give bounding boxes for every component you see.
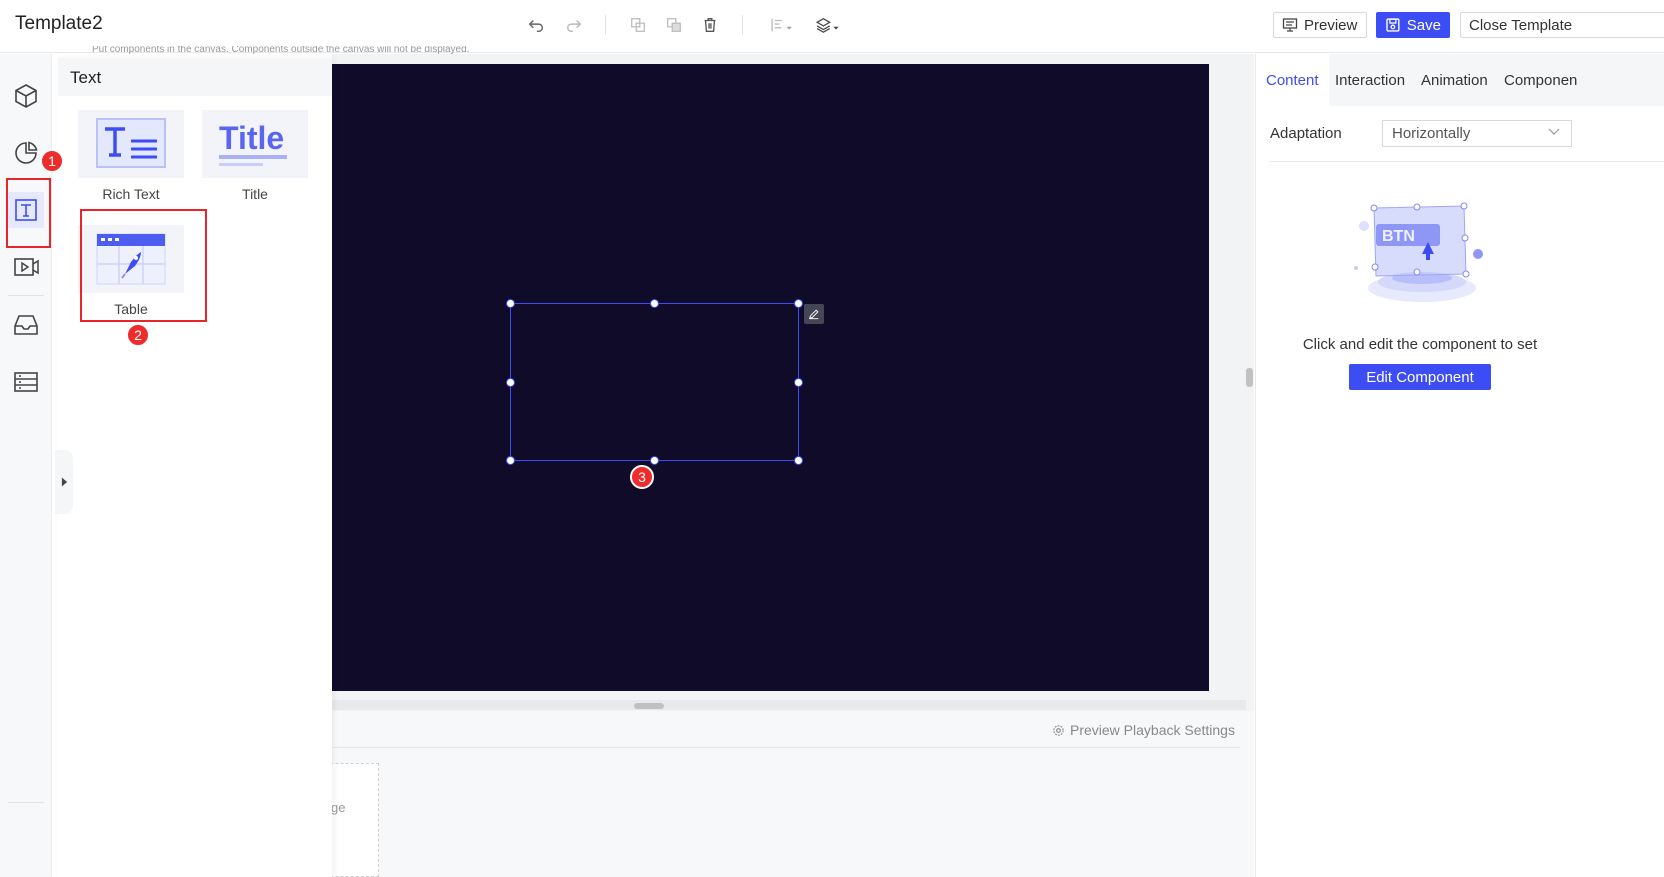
resize-handle[interactable]: [506, 378, 515, 387]
rich-text-icon: [78, 110, 184, 178]
canvas-hint: Put components in the canvas. Components…: [92, 46, 470, 55]
undo-icon[interactable]: [525, 14, 547, 36]
edit-component-button[interactable]: Edit Component: [1349, 364, 1491, 390]
tab-content[interactable]: Content: [1256, 54, 1329, 106]
resize-handle[interactable]: [794, 299, 803, 308]
annotation-badge-3: 3: [630, 465, 654, 489]
toolbar-divider: [742, 15, 743, 35]
adaptation-label: Adaptation: [1270, 125, 1342, 142]
tab-animation[interactable]: Animation: [1411, 54, 1498, 106]
save-button[interactable]: Save: [1376, 12, 1450, 38]
annotation-badge-1: 1: [40, 149, 64, 173]
resize-handle[interactable]: [506, 456, 515, 465]
preview-playback-settings[interactable]: Preview Playback Settings: [1052, 722, 1235, 738]
media-icon[interactable]: [8, 249, 44, 285]
resize-handle[interactable]: [506, 299, 515, 308]
paste-icon[interactable]: [663, 14, 685, 36]
svg-text:Title: Title: [219, 120, 284, 156]
divider: [1270, 161, 1664, 162]
panel-title: Text: [70, 68, 102, 87]
monitor-icon: [1282, 18, 1298, 32]
annotation-badge-2: 2: [126, 323, 150, 347]
annotation-box-1: [6, 178, 51, 248]
page-title: Template2: [15, 13, 103, 34]
annotation-box-2: [80, 209, 207, 322]
horizontal-scroll-track: [332, 700, 1246, 710]
3d-component-icon[interactable]: [8, 78, 44, 114]
divider: [332, 747, 1240, 748]
gear-icon: [1053, 724, 1064, 736]
tab-component[interactable]: Componen: [1494, 54, 1664, 106]
caret-right-icon: [61, 477, 67, 487]
vertical-scrollbar[interactable]: [1246, 368, 1253, 387]
toolbar-divider: [605, 15, 606, 35]
delete-icon[interactable]: [699, 14, 721, 36]
edit-component-message: Click and edit the component to set: [1302, 336, 1538, 353]
chart-icon[interactable]: [8, 135, 44, 171]
resize-handle[interactable]: [794, 456, 803, 465]
title-icon: Title: [202, 110, 308, 178]
align-icon[interactable]: [768, 14, 796, 36]
close-template-button[interactable]: Close Template: [1460, 12, 1664, 38]
component-title[interactable]: Title Title: [202, 110, 308, 202]
edit-pen-icon[interactable]: [804, 304, 824, 324]
chevron-down-icon: [1548, 128, 1560, 135]
properties-panel: [1255, 54, 1664, 877]
adaptation-select[interactable]: Horizontally: [1382, 120, 1572, 147]
selected-component[interactable]: [510, 303, 799, 461]
preview-button[interactable]: Preview: [1273, 12, 1367, 38]
component-panel: Text Rich Text Title Title Table: [58, 58, 332, 877]
inbox-icon[interactable]: [8, 307, 44, 343]
data-list-icon[interactable]: [8, 364, 44, 400]
sidebar-divider: [8, 802, 44, 803]
resize-handle[interactable]: [650, 456, 659, 465]
tab-interaction[interactable]: Interaction: [1325, 54, 1415, 106]
component-rich-text[interactable]: Rich Text: [78, 110, 184, 202]
horizontal-scrollbar[interactable]: [634, 703, 664, 709]
sidebar-divider: [8, 295, 44, 296]
resize-handle[interactable]: [650, 299, 659, 308]
panel-collapse-toggle[interactable]: [55, 450, 73, 514]
copy-icon[interactable]: [627, 14, 649, 36]
save-icon: [1386, 18, 1400, 32]
redo-icon[interactable]: [563, 14, 585, 36]
svg-text:BTN: BTN: [1382, 228, 1415, 245]
edit-component-illustration: BTN: [1354, 202, 1483, 302]
resize-handle[interactable]: [794, 378, 803, 387]
layers-icon[interactable]: [812, 14, 842, 36]
